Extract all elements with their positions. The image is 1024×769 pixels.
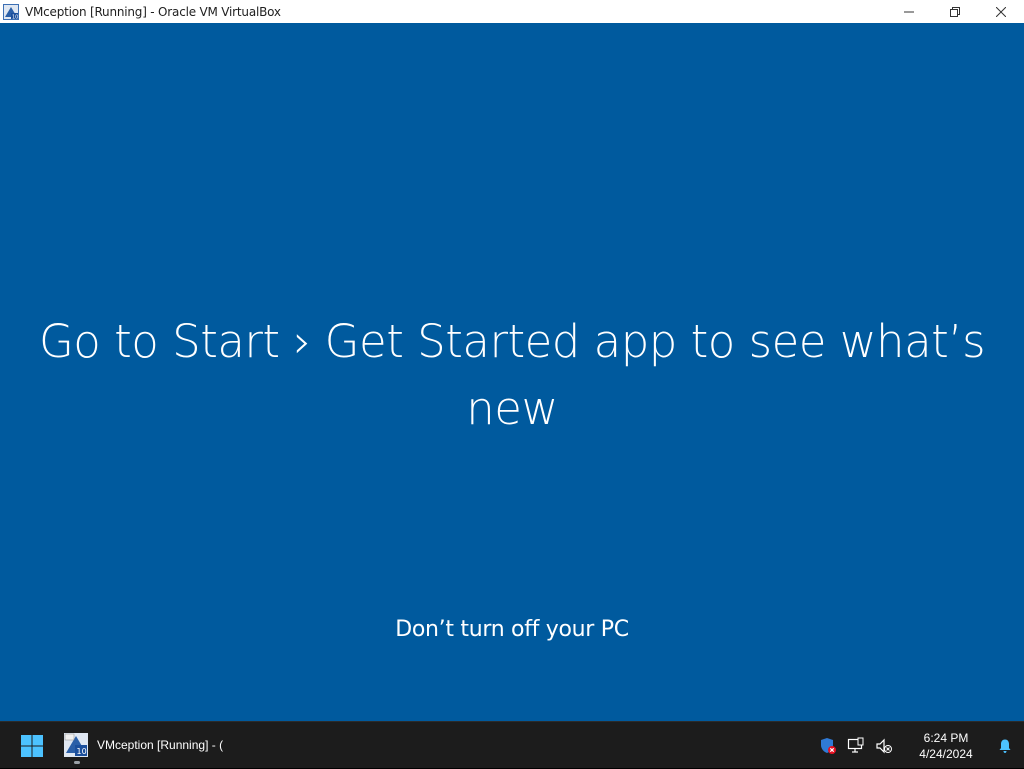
update-sub-message: Don’t turn off your PC (395, 617, 629, 642)
window-controls (886, 0, 1024, 23)
system-tray: 6:24 PM 4/24/2024 (814, 722, 1024, 769)
main-message-line-2: new (466, 382, 558, 435)
minimize-button[interactable] (886, 0, 932, 23)
guest-display[interactable]: Go to Start › Get Started app to see wha… (0, 23, 1024, 721)
volume-muted-icon[interactable] (870, 731, 898, 761)
minimize-icon (904, 11, 914, 12)
clock-date: 4/24/2024 (919, 746, 973, 761)
start-button[interactable] (12, 728, 52, 764)
taskbar-item-virtualbox[interactable]: 10 VMception [Running] - ( (58, 726, 228, 764)
close-button[interactable] (978, 0, 1024, 23)
restore-button[interactable] (932, 0, 978, 23)
title-bar[interactable]: 10 VMception [Running] - Oracle VM Virtu… (0, 0, 1024, 23)
clock-time: 6:24 PM (923, 730, 969, 745)
bell-icon (999, 739, 1011, 753)
clock[interactable]: 6:24 PM 4/24/2024 (906, 730, 986, 762)
restore-icon (950, 6, 960, 17)
svg-text:10: 10 (12, 14, 18, 20)
update-main-message: Go to Start › Get Started app to see wha… (0, 308, 1024, 442)
main-message-line-1: Go to Start › Get Started app to see wha… (38, 315, 986, 368)
network-disconnected-icon[interactable] (842, 731, 870, 761)
security-warning-icon[interactable] (814, 731, 842, 761)
close-icon (996, 6, 1006, 17)
notification-button[interactable] (990, 731, 1020, 761)
virtualbox-taskbar-icon: 10 (64, 733, 88, 757)
window-title: VMception [Running] - Oracle VM VirtualB… (25, 4, 281, 19)
svg-text:10: 10 (77, 747, 87, 756)
taskbar-item-label: VMception [Running] - ( (97, 738, 224, 752)
virtualbox-app-icon[interactable]: 10 (3, 3, 19, 20)
active-app-indicator (74, 761, 80, 764)
virtualbox-window: 10 VMception [Running] - Oracle VM Virtu… (0, 0, 1024, 721)
windows-start-icon (21, 735, 43, 757)
taskbar: 10 VMception [Running] - (6:24 PM 4/24/… (0, 721, 1024, 768)
